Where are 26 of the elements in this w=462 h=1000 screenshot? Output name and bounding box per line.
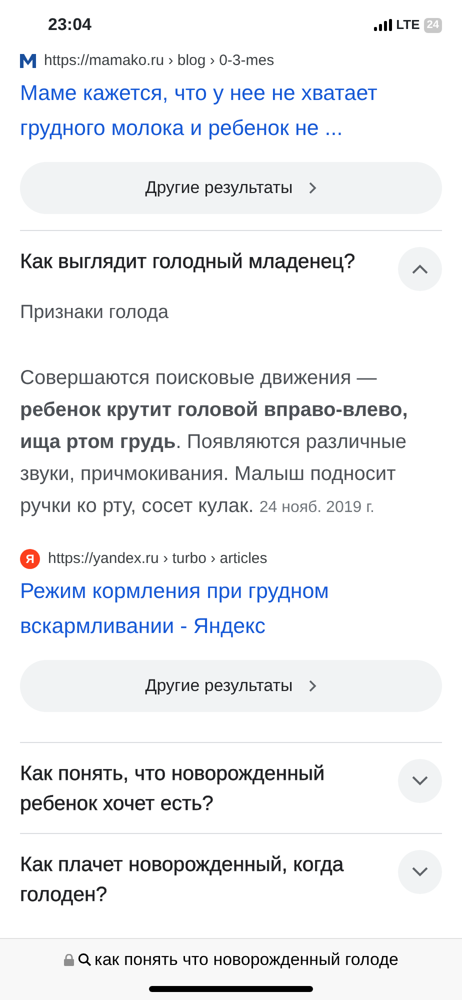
chevron-down-icon <box>412 776 428 786</box>
question-text: Как плачет новорожденный, когда голоден? <box>20 852 345 908</box>
question-text: Как понять, что новорожденный ребенок хочет есть? <box>20 760 326 816</box>
status-time: 23:04 <box>48 14 92 36</box>
chevron-right-icon <box>308 182 317 194</box>
result-url: https://mamako.ru › blog › 0-3-mes <box>44 51 274 71</box>
answer-text: Совершаются поисковые движения — ребенок крутит головой вправо-влево, ища ртом грудь. Появляются различные звуки, причмокивания. Малыш подносит ручки ко рту, сосет кулак. 24 нояб. 2019 г. <box>20 366 409 518</box>
signal-icon <box>374 19 392 31</box>
chevron-up-icon <box>412 264 428 274</box>
result-title-link[interactable]: Маме кажется, что у нее не хватает грудного молока и ребенок не ... <box>20 76 442 146</box>
result-title-link[interactable]: Режим кормления при грудном вскармливании - Яндекс <box>20 574 442 644</box>
result-url: https://yandex.ru › turbo › articles <box>48 548 268 568</box>
site-logo-icon <box>20 54 36 68</box>
network-label: LTE <box>396 16 420 34</box>
more-results-button[interactable]: Другие результаты <box>20 162 442 214</box>
expand-toggle[interactable] <box>398 247 442 291</box>
expand-toggle[interactable] <box>398 758 442 802</box>
site-favicon: Я <box>20 548 40 568</box>
answer-heading: Признаки голода <box>20 301 170 325</box>
chevron-down-icon <box>412 866 428 876</box>
lock-icon <box>64 954 74 966</box>
search-icon <box>78 953 91 966</box>
chevron-right-icon <box>308 680 317 692</box>
more-results-button[interactable]: Другие результаты <box>20 660 442 712</box>
question-text: Как выглядит голодный младенец? <box>20 249 356 275</box>
expand-toggle[interactable] <box>398 850 442 894</box>
